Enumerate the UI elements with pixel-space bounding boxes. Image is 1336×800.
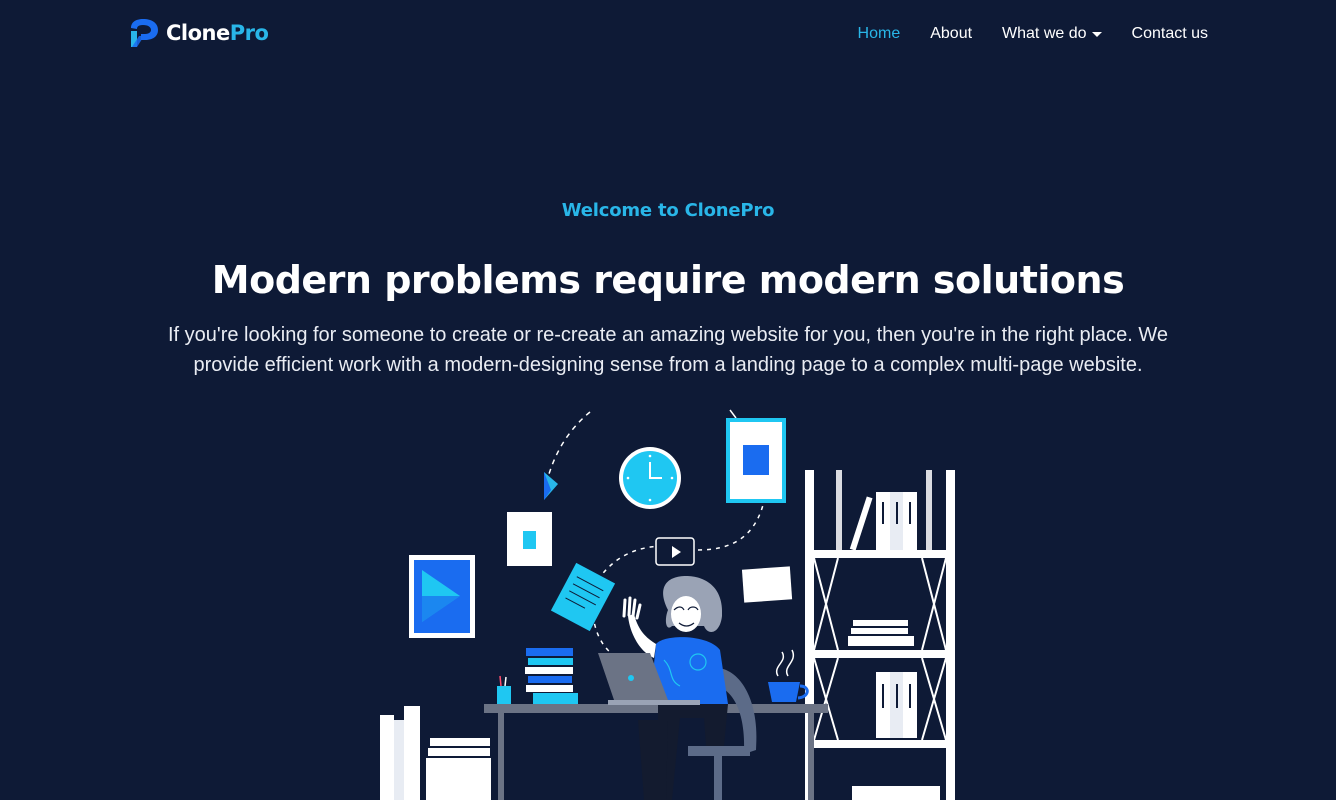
paper-card-icon [741, 566, 793, 603]
dashed-path-decoration [729, 409, 737, 419]
dashed-path-decoration [545, 411, 591, 486]
video-player-icon [655, 537, 695, 566]
nav-link-home[interactable]: Home [858, 22, 901, 46]
paper-plane-icon [544, 472, 558, 500]
nav-link-contact[interactable]: Contact us [1132, 22, 1208, 46]
brand-name-primary: Clone [166, 21, 230, 45]
play-picture-icon [409, 555, 475, 638]
hero-lead: If you're looking for someone to create … [167, 324, 1169, 376]
pencil-cup-icon [497, 675, 511, 704]
hero-illustration [380, 409, 955, 800]
nav-item-about: About [930, 22, 972, 46]
caret-down-icon [1091, 32, 1102, 37]
document-icon [550, 562, 616, 632]
main-nav: Home About What we do Contact us [828, 22, 1208, 46]
navbar: ClonePro Home About What we do Contact u… [0, 0, 1336, 68]
brand-name: ClonePro [166, 18, 269, 48]
landing-page: ClonePro Home About What we do Contact u… [0, 0, 1336, 800]
desk-books [525, 648, 578, 704]
nav-link-what-we-do-label: What we do [1002, 25, 1087, 42]
nav-item-contact: Contact us [1132, 22, 1208, 46]
nav-item-what-we-do: What we do [1002, 22, 1102, 46]
hero-eyebrow: Welcome to ClonePro [561, 200, 775, 221]
framed-card-icon [507, 512, 552, 566]
clock-icon [619, 447, 681, 509]
brand-name-accent: Pro [229, 21, 269, 45]
coffee-cup-icon [768, 649, 809, 702]
clonepro-logo-icon [131, 19, 158, 47]
paper-stack [380, 706, 491, 800]
dashed-path-decoration [697, 504, 764, 551]
hero-headline: Modern problems require modern solutions [211, 258, 1125, 302]
brand-link[interactable]: ClonePro [128, 18, 269, 48]
nav-dropdown-what-we-do[interactable]: What we do [1002, 22, 1102, 46]
nav-link-about[interactable]: About [930, 22, 972, 46]
bookshelf [805, 470, 955, 800]
framed-picture-icon [726, 418, 786, 503]
nav-item-home: Home [858, 22, 901, 46]
